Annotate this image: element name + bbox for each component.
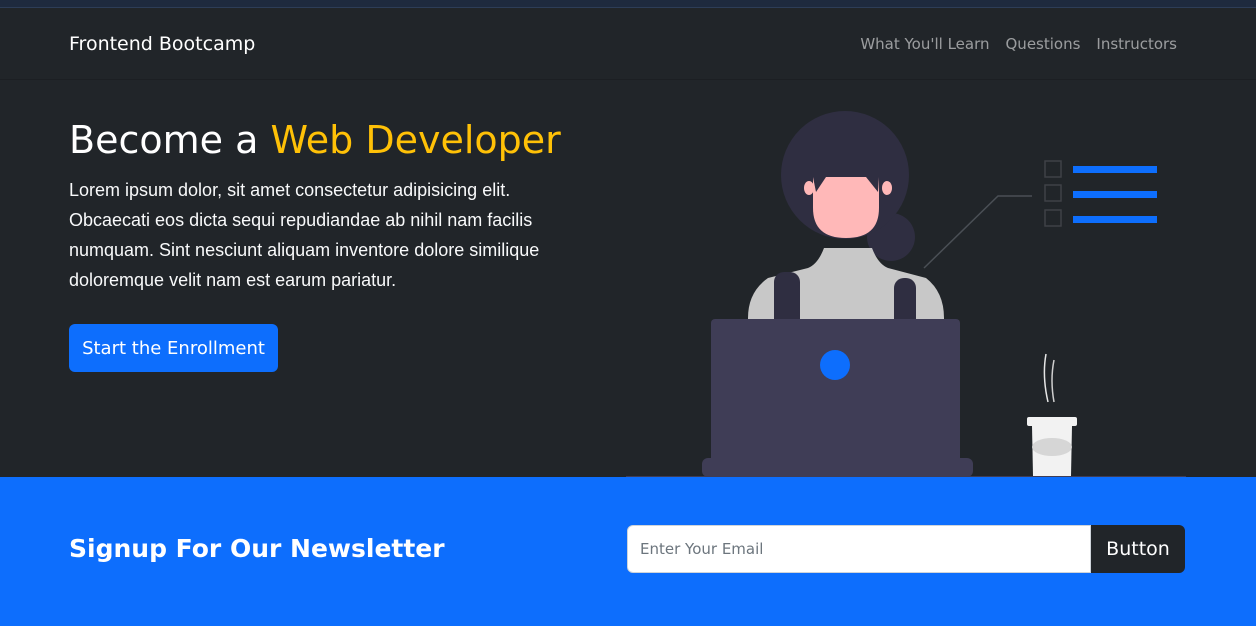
hero-title: Become a Web Developer (69, 118, 561, 162)
start-enrollment-button[interactable]: Start the Enrollment (69, 324, 278, 372)
laptop-base (702, 458, 973, 477)
laptop-screen (711, 319, 960, 477)
face (813, 177, 879, 238)
nav-link-what-youll-learn[interactable]: What You'll Learn (860, 35, 989, 53)
email-input[interactable] (627, 525, 1091, 573)
coffee-cup-graphic (1027, 353, 1077, 476)
woman-at-laptop-illustration (626, 111, 1186, 477)
hero-section: Become a Web Developer Lorem ipsum dolor… (0, 80, 1256, 477)
newsletter-section: Signup For Our Newsletter Button (0, 477, 1256, 626)
newsletter-title: Signup For Our Newsletter (69, 534, 445, 563)
nav-links: What You'll Learn Questions Instructors (860, 35, 1177, 53)
newsletter-submit-button[interactable]: Button (1091, 525, 1185, 573)
brand-link[interactable]: Frontend Bootcamp (69, 33, 255, 55)
callout-line (923, 195, 1032, 269)
hero-title-accent: Web Developer (270, 118, 561, 162)
nav-link-instructors[interactable]: Instructors (1096, 35, 1177, 53)
nav-link-questions[interactable]: Questions (1006, 35, 1081, 53)
checklist-graphic (1044, 160, 1157, 227)
navbar: Frontend Bootcamp What You'll Learn Ques… (0, 8, 1256, 80)
browser-top-strip (0, 0, 1256, 8)
laptop-logo (820, 350, 850, 380)
newsletter-form: Button (627, 525, 1185, 573)
hero-description: Lorem ipsum dolor, sit amet consectetur … (69, 180, 540, 290)
hero-title-prefix: Become a (69, 118, 271, 162)
